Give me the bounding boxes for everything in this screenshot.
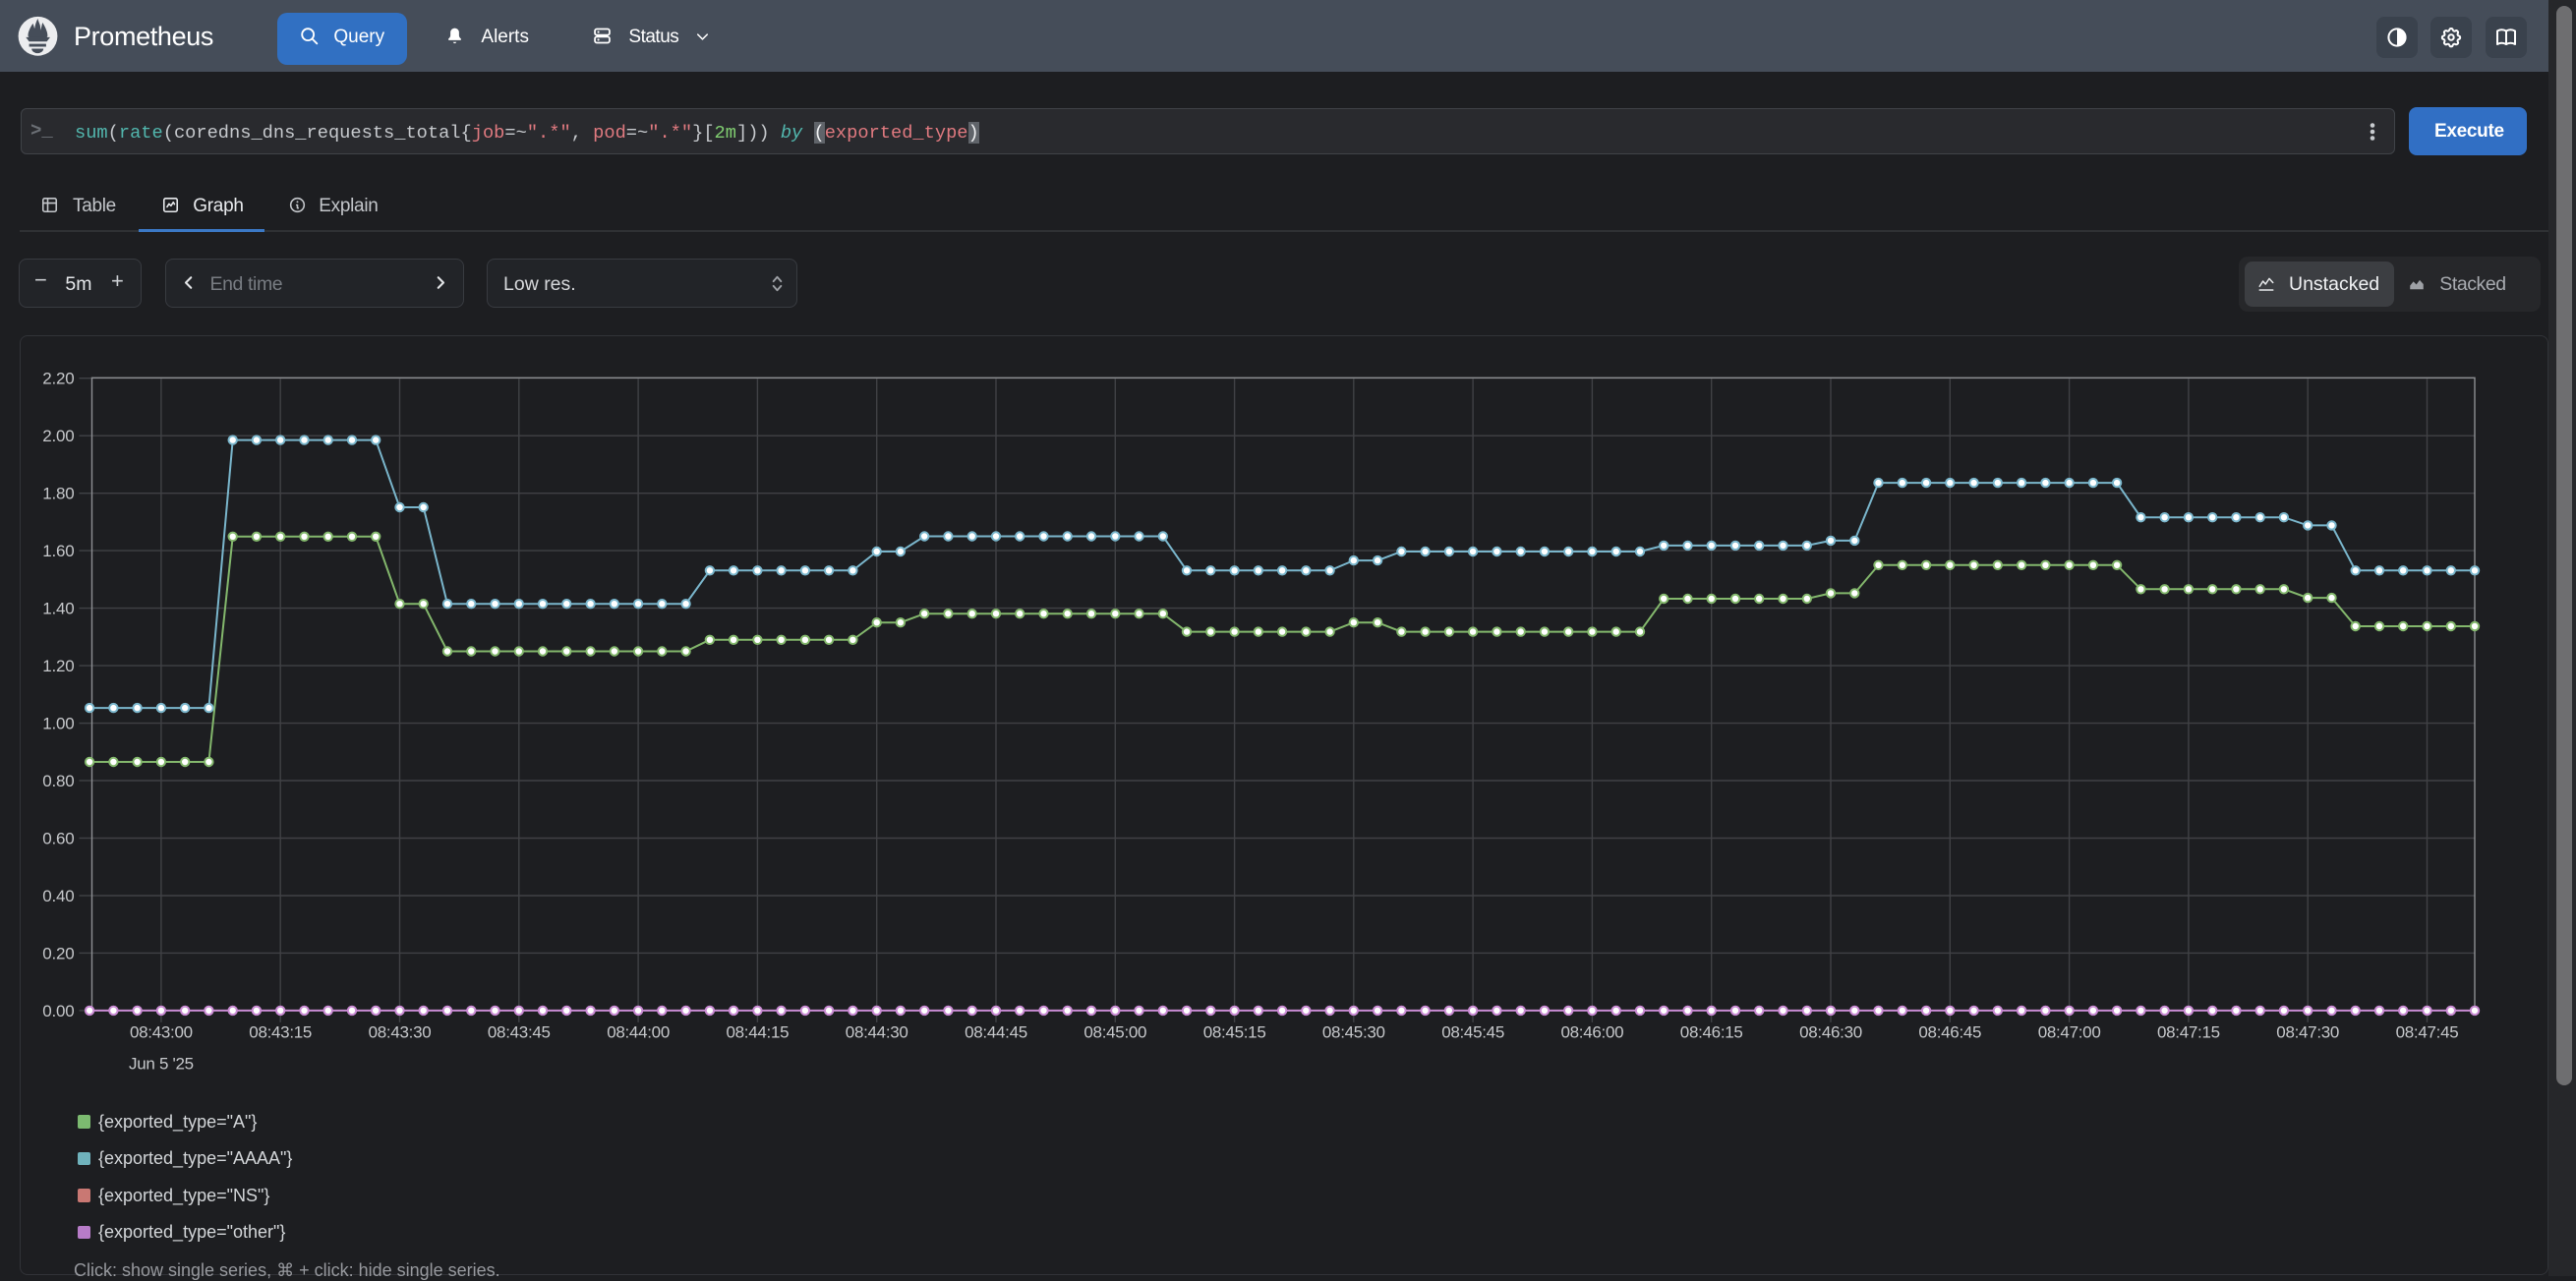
svg-text:Jun 5 '25: Jun 5 '25 [129,1055,194,1074]
svg-text:1.80: 1.80 [42,485,74,503]
svg-text:0.00: 0.00 [42,1002,74,1020]
svg-text:08:46:30: 08:46:30 [1799,1023,1862,1042]
svg-text:08:44:00: 08:44:00 [607,1023,670,1042]
svg-text:2.00: 2.00 [42,427,74,445]
svg-text:08:43:30: 08:43:30 [369,1023,432,1042]
svg-text:0.60: 0.60 [42,830,74,848]
svg-text:08:46:00: 08:46:00 [1561,1023,1624,1042]
svg-text:08:43:45: 08:43:45 [488,1023,551,1042]
svg-text:1.40: 1.40 [42,600,74,618]
svg-text:08:46:45: 08:46:45 [1918,1023,1981,1042]
svg-text:08:44:15: 08:44:15 [727,1023,790,1042]
svg-text:1.60: 1.60 [42,542,74,560]
svg-text:08:45:45: 08:45:45 [1441,1023,1504,1042]
svg-text:1.20: 1.20 [42,657,74,675]
svg-text:08:43:00: 08:43:00 [130,1023,193,1042]
svg-text:0.20: 0.20 [42,944,74,962]
svg-text:1.00: 1.00 [42,715,74,733]
svg-text:08:47:45: 08:47:45 [2396,1023,2459,1042]
svg-text:08:44:45: 08:44:45 [965,1023,1027,1042]
svg-text:08:47:15: 08:47:15 [2157,1023,2220,1042]
svg-text:08:47:00: 08:47:00 [2038,1023,2101,1042]
svg-text:08:43:15: 08:43:15 [249,1023,312,1042]
svg-text:08:45:30: 08:45:30 [1322,1023,1385,1042]
svg-text:2.20: 2.20 [42,370,74,388]
svg-text:08:46:15: 08:46:15 [1680,1023,1743,1042]
svg-text:08:44:30: 08:44:30 [846,1023,908,1042]
svg-text:08:45:15: 08:45:15 [1203,1023,1266,1042]
svg-text:08:45:00: 08:45:00 [1083,1023,1146,1042]
svg-text:08:47:30: 08:47:30 [2276,1023,2339,1042]
svg-text:0.40: 0.40 [42,887,74,905]
svg-text:0.80: 0.80 [42,772,74,790]
